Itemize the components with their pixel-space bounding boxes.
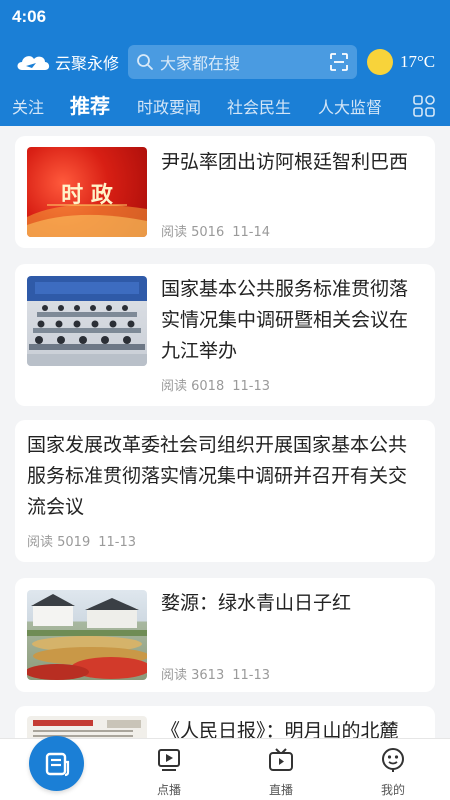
nav-vod[interactable]: 点播: [139, 747, 199, 798]
home-news-button[interactable]: [29, 736, 84, 791]
news-thumbnail: 时 政: [27, 147, 147, 237]
tab-society[interactable]: 社会民生: [227, 94, 291, 118]
search-bar[interactable]: 大家都在搜: [128, 45, 357, 79]
meeting-photo: [27, 282, 147, 366]
search-icon: [137, 54, 153, 70]
news-thumbnail: [27, 716, 147, 738]
weather-widget[interactable]: 17°C: [367, 49, 435, 75]
tv-icon: [269, 748, 293, 771]
news-card[interactable]: 国家发展改革委社会司组织开展国家基本公共服务标准贯彻落实情况集中调研并召开有关交…: [15, 420, 435, 562]
news-card[interactable]: 《人民日报》：明月山的北麓: [15, 706, 435, 738]
news-title: 国家基本公共服务标准贯彻落实情况集中调研暨相关会议在九江举办: [161, 278, 409, 362]
channel-grid-icon[interactable]: [412, 94, 436, 118]
news-title: 国家发展改革委社会司组织开展国家基本公共服务标准贯彻落实情况集中调研并召开有关交…: [27, 434, 408, 518]
tab-politics[interactable]: 时政要闻: [137, 94, 201, 118]
temperature: 17°C: [400, 52, 436, 71]
news-feed: 时 政 尹弘率团出访阿根廷智利巴西 阅读 5016 11-14 国家基本公共服务标…: [0, 126, 450, 738]
thumbnail-label: 时 政: [61, 182, 113, 208]
publish-date: 11-14: [232, 225, 270, 240]
publish-date: 11-13: [98, 535, 136, 550]
category-tabs: 关注 推荐 时政要闻 社会民生 人大监督: [0, 88, 450, 124]
app-name: 云聚永修: [55, 54, 120, 73]
nav-label: 直播: [268, 783, 293, 797]
cloud-logo-icon: [17, 56, 50, 70]
news-card[interactable]: 婺源：绿水青山日子红 阅读 3613 11-13: [15, 578, 435, 692]
news-thumbnail: [27, 276, 147, 366]
sun-icon: [367, 49, 393, 75]
read-count: 阅读 6018: [161, 379, 225, 394]
smiley-profile-icon: [382, 748, 404, 772]
newspaper-photo: [33, 720, 141, 737]
nav-label: 点播: [156, 783, 181, 797]
news-meta: 阅读 6018 11-13: [161, 375, 270, 394]
tab-following[interactable]: 关注: [12, 94, 44, 118]
news-thumbnail: [27, 590, 147, 680]
search-placeholder: 大家都在搜: [160, 54, 241, 73]
nav-profile[interactable]: 我的: [363, 747, 423, 798]
news-meta: 阅读 3613 11-13: [161, 664, 270, 683]
publish-date: 11-13: [232, 379, 270, 394]
news-meta: 阅读 5019 11-13: [27, 531, 136, 550]
news-title: 《人民日报》：明月山的北麓: [161, 720, 399, 738]
video-playlist-icon: [158, 749, 180, 771]
status-bar: 4:06: [0, 0, 450, 34]
news-card[interactable]: 时 政 尹弘率团出访阿根廷智利巴西 阅读 5016 11-14: [15, 136, 435, 248]
header-top-row: 云聚永修 大家都在搜 17°C: [0, 44, 450, 80]
publish-date: 11-13: [232, 668, 270, 683]
read-count: 阅读 5019: [27, 535, 91, 550]
scan-icon[interactable]: [329, 52, 349, 72]
bottom-navigation: 点播 直播 我的: [0, 736, 450, 800]
village-harvest-photo: [27, 594, 147, 680]
news-title: 尹弘率团出访阿根廷智利巴西: [161, 151, 409, 173]
tab-recommended[interactable]: 推荐: [70, 90, 110, 119]
app-header: 4:06 云聚永修 大家都在搜 17°C 关注 推荐 时政要闻 社会民生 人大监…: [0, 0, 450, 126]
news-title: 婺源：绿水青山日子红: [161, 592, 352, 614]
news-card[interactable]: 国家基本公共服务标准贯彻落实情况集中调研暨相关会议在九江举办 阅读 6018 11…: [15, 264, 435, 406]
read-count: 阅读 5016: [161, 225, 225, 240]
app-logo: 云聚永修: [14, 50, 122, 74]
nav-label: 我的: [380, 783, 405, 797]
status-time: 4:06: [12, 7, 47, 26]
news-meta: 阅读 5016 11-14: [161, 221, 270, 240]
news-feed-icon: [45, 752, 69, 776]
tab-npc-supervision[interactable]: 人大监督: [318, 94, 382, 118]
nav-live[interactable]: 直播: [251, 747, 311, 798]
read-count: 阅读 3613: [161, 668, 225, 683]
